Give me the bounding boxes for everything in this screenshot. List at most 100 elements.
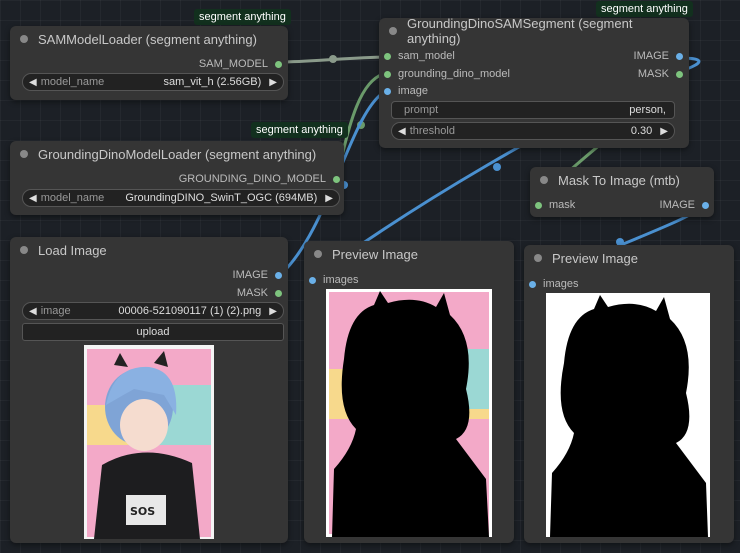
input-slot-image[interactable]: image: [384, 84, 428, 98]
slot-label: sam_model: [398, 50, 455, 62]
widget-value: 00006-521090117 (1) (2).png: [118, 305, 262, 317]
slot-label: IMAGE: [232, 269, 268, 281]
widget-name: image: [40, 305, 71, 317]
mask-preview-image: [546, 293, 710, 537]
node-header[interactable]: Preview Image: [524, 245, 734, 271]
slot-dot-icon[interactable]: [309, 276, 316, 284]
badge-sam-loader: segment anything: [194, 9, 291, 25]
slot-dot-icon[interactable]: [275, 271, 282, 279]
slot-label: images: [323, 274, 359, 286]
right-arrow-icon[interactable]: ▶: [325, 193, 333, 204]
model-name-combo[interactable]: ◀ model_name sam_vit_h (2.56GB) ▶: [22, 73, 284, 91]
slot-label: image: [398, 85, 428, 97]
slot-label: mask: [549, 199, 576, 211]
collapse-dot-icon[interactable]: [389, 27, 397, 35]
image-file-combo[interactable]: ◀ image 00006-521090117 (1) (2).png ▶: [22, 302, 284, 320]
node-header[interactable]: Load Image: [10, 237, 288, 263]
slot-label: IMAGE: [633, 50, 669, 62]
slot-dot-icon[interactable]: [333, 175, 340, 183]
upload-button[interactable]: upload: [22, 323, 284, 341]
slot-dot-icon[interactable]: [535, 201, 542, 209]
slot-label: SAM_MODEL: [198, 58, 268, 70]
wire-midpoint: [493, 163, 501, 171]
input-slot-images[interactable]: images: [529, 277, 578, 291]
output-slot-sam-model[interactable]: SAM_MODEL: [199, 57, 282, 71]
segmented-preview-image: [326, 289, 492, 537]
node-mask-to-image[interactable]: Mask To Image (mtb) mask IMAGE: [530, 167, 714, 217]
collapse-dot-icon[interactable]: [314, 250, 322, 258]
node-header[interactable]: Mask To Image (mtb): [530, 167, 714, 193]
right-arrow-icon[interactable]: ▶: [660, 126, 668, 137]
node-grounding-dino-model-loader[interactable]: GroundingDinoModelLoader (segment anythi…: [10, 141, 344, 215]
collapse-dot-icon[interactable]: [540, 176, 548, 184]
output-slot-image[interactable]: IMAGE: [660, 198, 709, 212]
input-slot-images[interactable]: images: [309, 273, 358, 287]
node-title: SAMModelLoader (segment anything): [38, 31, 257, 47]
slot-dot-icon[interactable]: [384, 87, 391, 95]
input-slot-mask[interactable]: mask: [535, 198, 575, 212]
node-grounding-dino-sam-segment[interactable]: GroundingDinoSAMSegment (segment anythin…: [379, 16, 689, 148]
widget-value: sam_vit_h (2.56GB): [163, 76, 262, 88]
slot-label: MASK: [637, 68, 669, 80]
slot-dot-icon[interactable]: [384, 52, 391, 60]
output-slot-mask[interactable]: MASK: [237, 286, 282, 300]
node-preview-image-2[interactable]: Preview Image images: [524, 245, 734, 543]
wire-midpoint: [329, 55, 337, 63]
widget-name: model_name: [40, 76, 105, 88]
slot-label: MASK: [236, 287, 268, 299]
node-title: Preview Image: [552, 250, 638, 266]
slot-dot-icon[interactable]: [275, 60, 282, 68]
node-preview-image-1[interactable]: Preview Image images: [304, 241, 514, 543]
node-title: Mask To Image (mtb): [558, 172, 680, 188]
wire-midpoint: [357, 121, 365, 129]
collapse-dot-icon[interactable]: [20, 246, 28, 254]
right-arrow-icon[interactable]: ▶: [269, 306, 277, 317]
right-arrow-icon[interactable]: ▶: [269, 77, 277, 88]
widget-name: prompt: [404, 104, 439, 116]
output-slot-grounding-dino-model[interactable]: GROUNDING_DINO_MODEL: [179, 172, 340, 186]
output-slot-image[interactable]: IMAGE: [634, 49, 683, 63]
slot-label: GROUNDING_DINO_MODEL: [178, 173, 326, 185]
slot-dot-icon[interactable]: [529, 280, 536, 288]
node-load-image[interactable]: Load Image IMAGE MASK ◀ image 00006-5210…: [10, 237, 288, 543]
node-header[interactable]: GroundingDinoSAMSegment (segment anythin…: [379, 16, 689, 46]
slot-label: IMAGE: [659, 199, 695, 211]
left-arrow-icon[interactable]: ◀: [29, 77, 37, 88]
left-arrow-icon[interactable]: ◀: [29, 193, 37, 204]
widget-name: threshold: [409, 125, 455, 137]
slot-dot-icon[interactable]: [676, 70, 683, 78]
output-slot-image[interactable]: IMAGE: [233, 268, 282, 282]
slot-dot-icon[interactable]: [275, 289, 282, 297]
prompt-field[interactable]: prompt person,: [391, 101, 675, 119]
node-title: Preview Image: [332, 246, 418, 262]
widget-value: GroundingDINO_SwinT_OGC (694MB): [125, 192, 318, 204]
loaded-image-thumbnail: SOS: [84, 345, 214, 539]
left-arrow-icon[interactable]: ◀: [398, 126, 406, 137]
node-title: GroundingDinoModelLoader (segment anythi…: [38, 146, 317, 162]
node-title: GroundingDinoSAMSegment (segment anythin…: [407, 16, 633, 46]
svg-text:SOS: SOS: [130, 505, 155, 518]
model-name-combo[interactable]: ◀ model_name GroundingDINO_SwinT_OGC (69…: [22, 189, 340, 207]
node-header[interactable]: Preview Image: [304, 241, 514, 267]
widget-value: 0.30: [630, 125, 653, 137]
slot-dot-icon[interactable]: [702, 201, 709, 209]
input-slot-sam-model[interactable]: sam_model: [384, 49, 455, 63]
slot-label: grounding_dino_model: [398, 68, 510, 80]
slot-label: images: [543, 278, 579, 290]
slot-dot-icon[interactable]: [384, 70, 391, 78]
input-slot-grounding-dino-model[interactable]: grounding_dino_model: [384, 67, 510, 81]
left-arrow-icon[interactable]: ◀: [29, 306, 37, 317]
node-sam-model-loader[interactable]: SAMModelLoader (segment anything) SAM_MO…: [10, 26, 288, 100]
collapse-dot-icon[interactable]: [20, 150, 28, 158]
node-header[interactable]: GroundingDinoModelLoader (segment anythi…: [10, 141, 344, 167]
node-header[interactable]: SAMModelLoader (segment anything): [10, 26, 288, 52]
collapse-dot-icon[interactable]: [534, 254, 542, 262]
slot-dot-icon[interactable]: [676, 52, 683, 60]
output-slot-mask[interactable]: MASK: [638, 67, 683, 81]
threshold-number-widget[interactable]: ◀ threshold 0.30 ▶: [391, 122, 675, 140]
wire-sam-model: [279, 55, 387, 64]
widget-value: person,: [629, 104, 666, 116]
badge-dino-segment: segment anything: [596, 1, 693, 17]
badge-dino-loader: segment anything: [251, 122, 348, 138]
collapse-dot-icon[interactable]: [20, 35, 28, 43]
